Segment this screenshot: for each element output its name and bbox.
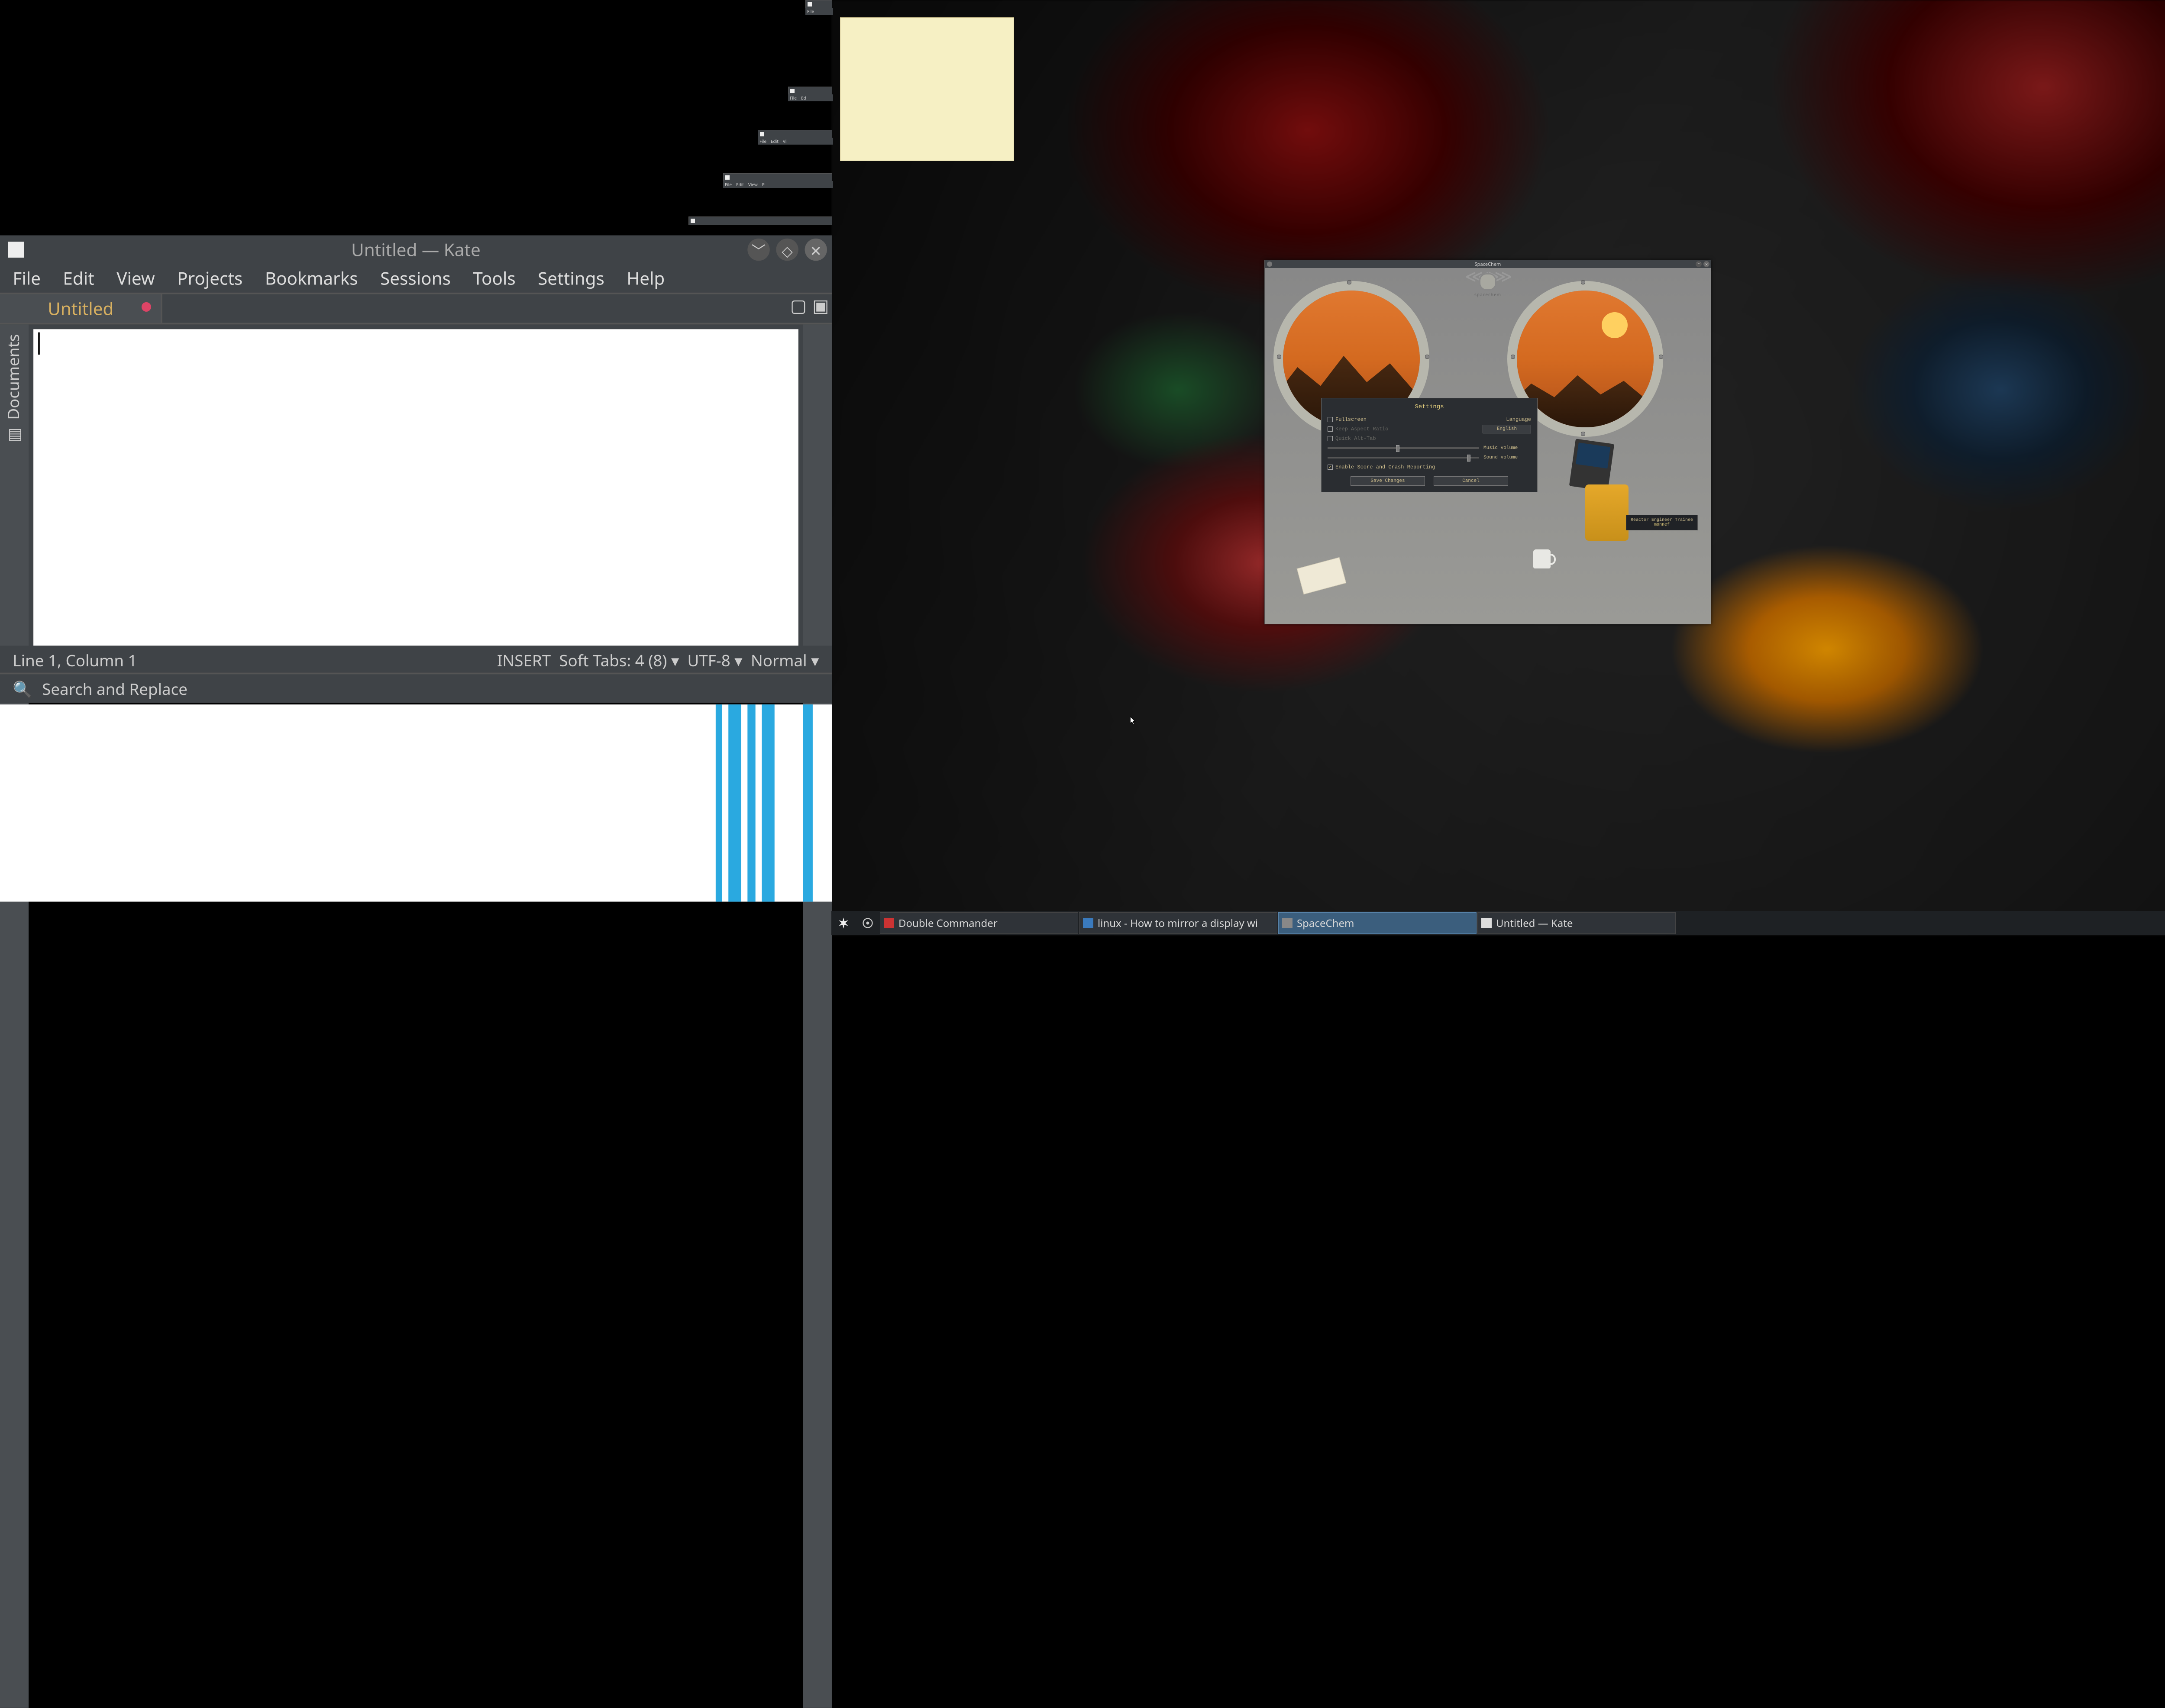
editor-tab[interactable]: Untitled	[0, 294, 163, 323]
render-artifact	[0, 704, 832, 901]
tab-split-button[interactable]: ▢	[787, 294, 809, 323]
kate-window: Untitled — Kate ﹀ ◇ ✕ File Edit View Pro…	[0, 236, 832, 703]
cursor-position[interactable]: Line 1, Column 1	[13, 649, 137, 671]
stacked-window-titlebar[interactable]	[788, 87, 832, 95]
sound-volume-slider[interactable]	[1328, 457, 1479, 458]
task-browser[interactable]: linux - How to mirror a display wi	[1079, 912, 1277, 934]
stacked-window-titlebar[interactable]	[688, 216, 832, 225]
activity-switcher[interactable]	[856, 911, 880, 935]
menu-projects[interactable]: Projects	[177, 266, 242, 290]
editor-area[interactable]	[33, 329, 798, 685]
kate-menubar: File Edit View Projects Bookmarks Sessio…	[0, 264, 832, 293]
minimize-button[interactable]: ﹀	[747, 239, 769, 261]
task-label: Untitled — Kate	[1496, 916, 1573, 930]
cancel-button[interactable]: Cancel	[1434, 476, 1508, 486]
stacked-window-titlebar[interactable]	[723, 173, 832, 182]
spacechem-window: SpaceChem ﹀ ✕ ⋘⋙ spacechem	[1264, 260, 1711, 624]
app-icon	[725, 175, 730, 180]
app-icon	[691, 219, 695, 223]
kate-titlebar[interactable]: Untitled — Kate ﹀ ◇ ✕	[0, 236, 832, 264]
aspect-ratio-checkbox	[1328, 426, 1333, 432]
aspect-ratio-label: Keep Aspect Ratio	[1335, 426, 1483, 432]
task-kate[interactable]: Untitled — Kate	[1477, 912, 1676, 934]
menu-help[interactable]: Help	[627, 266, 665, 290]
fullscreen-label: Fullscreen	[1335, 417, 1506, 423]
kate-statusbar: Line 1, Column 1 INSERT Soft Tabs: 4 (8)…	[0, 646, 832, 674]
search-icon: 🔍	[13, 678, 32, 700]
music-volume-label: Music volume	[1483, 446, 1531, 451]
spacechem-logo: ⋘⋙ spacechem	[1457, 270, 1518, 304]
task-label: Double Commander	[898, 916, 998, 930]
taskbar: Double Commander linux - How to mirror a…	[831, 911, 2165, 935]
modified-indicator-icon	[142, 302, 152, 312]
close-button[interactable]: ✕	[805, 239, 827, 261]
edit-mode[interactable]: INSERT	[497, 649, 551, 671]
left-monitor-blank	[0, 0, 831, 234]
stacked-window-titlebar[interactable]	[805, 0, 832, 9]
maximize-button[interactable]: ◇	[776, 239, 798, 261]
mug-prop	[1533, 549, 1551, 568]
minimize-button[interactable]: ﹀	[1696, 261, 1702, 267]
crash-report-checkbox[interactable]: ✓	[1328, 465, 1333, 470]
task-double-commander[interactable]: Double Commander	[880, 912, 1078, 934]
stacked-window-menubar[interactable]: File	[805, 8, 833, 15]
mouse-cursor-icon	[1130, 717, 1136, 725]
documents-sidebar-tab[interactable]: ▤Documents	[0, 324, 29, 1708]
task-label: SpaceChem	[1297, 916, 1354, 930]
stacked-window-menubar[interactable]: FileEditVi	[758, 138, 833, 145]
double-commander-icon	[884, 918, 894, 928]
close-button[interactable]: ✕	[1703, 261, 1709, 267]
crash-report-label: Enable Score and Crash Reporting	[1335, 464, 1531, 470]
language-label: Language	[1506, 417, 1531, 423]
encoding[interactable]: UTF-8	[688, 649, 730, 671]
app-icon	[760, 132, 764, 136]
menu-edit[interactable]: Edit	[63, 266, 94, 290]
task-label: linux - How to mirror a display wi	[1098, 916, 1258, 930]
kate-tabbar: Untitled ▢ ▣	[0, 293, 832, 324]
line-endings[interactable]: Normal	[751, 649, 807, 671]
alt-tab-checkbox	[1328, 436, 1333, 441]
menu-bookmarks[interactable]: Bookmarks	[265, 266, 358, 290]
menu-file[interactable]: File	[13, 266, 41, 290]
kate-icon	[1481, 918, 1492, 928]
search-replace-bar[interactable]: 🔍 Search and Replace	[0, 673, 832, 703]
stacked-window-titlebar[interactable]	[758, 130, 832, 139]
app-icon	[808, 2, 812, 6]
settings-panel: Settings Fullscreen Language Keep Aspect…	[1321, 398, 1538, 492]
stacked-window-menubar[interactable]: FileEd	[788, 94, 833, 101]
alt-tab-label: Quick Alt-Tab	[1335, 436, 1531, 442]
language-dropdown[interactable]: English	[1483, 425, 1531, 433]
tab-label: Untitled	[48, 297, 113, 321]
tab-settings[interactable]: Soft Tabs: 4 (8)	[559, 649, 667, 671]
app-icon	[790, 89, 795, 93]
task-spacechem[interactable]: SpaceChem	[1278, 912, 1477, 934]
save-changes-button[interactable]: Save Changes	[1351, 476, 1425, 486]
sticky-note[interactable]	[840, 17, 1014, 161]
music-volume-slider[interactable]	[1328, 447, 1479, 449]
tab-close-button[interactable]: ▣	[810, 294, 832, 323]
text-cursor	[38, 333, 40, 355]
editor-minimap[interactable]	[803, 324, 832, 1708]
sign-name: monnef	[1631, 523, 1693, 527]
tank-prop	[1585, 484, 1629, 541]
menu-settings[interactable]: Settings	[538, 266, 604, 290]
settings-title: Settings	[1328, 404, 1531, 410]
browser-icon	[1083, 918, 1093, 928]
paper-prop	[1297, 557, 1347, 594]
sound-volume-label: Sound volume	[1483, 455, 1531, 460]
console-prop	[1569, 439, 1614, 491]
spacechem-content: ⋘⋙ spacechem Reactor Engineer Trainee mo…	[1265, 268, 1711, 624]
window-title: Untitled — Kate	[0, 238, 832, 262]
application-launcher[interactable]	[831, 911, 856, 935]
stacked-window-menubar[interactable]: FileEditViewP	[723, 181, 833, 188]
menu-view[interactable]: View	[116, 266, 155, 290]
spacechem-icon	[1282, 918, 1293, 928]
menu-tools[interactable]: Tools	[473, 266, 515, 290]
menu-sessions[interactable]: Sessions	[380, 266, 451, 290]
search-label: Search and Replace	[42, 678, 187, 700]
sign-role: Reactor Engineer Trainee	[1631, 518, 1693, 523]
fullscreen-checkbox[interactable]	[1328, 417, 1333, 422]
engineer-sign: Reactor Engineer Trainee monnef	[1626, 515, 1698, 530]
